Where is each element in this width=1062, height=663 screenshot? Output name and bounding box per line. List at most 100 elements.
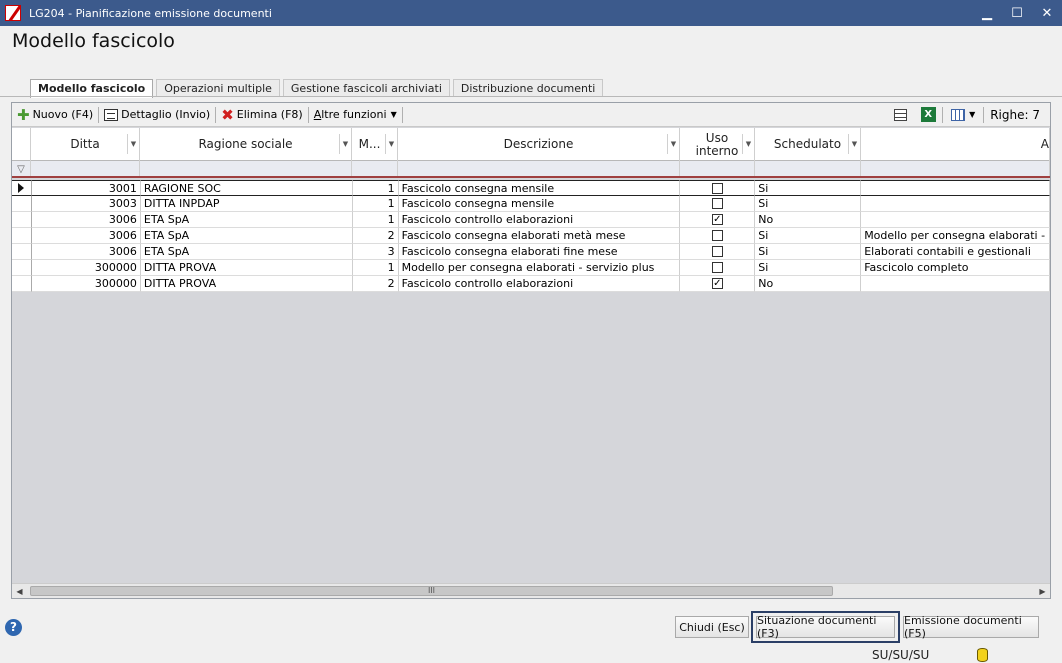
- cell-ragione[interactable]: DITTA INPDAP: [140, 196, 353, 212]
- cell-ragione[interactable]: ETA SpA: [140, 228, 353, 244]
- scroll-right-icon[interactable]: ▶: [1035, 584, 1050, 598]
- minimize-icon[interactable]: ▁: [972, 0, 1002, 26]
- cell-uso-interno[interactable]: [680, 228, 756, 244]
- table-row[interactable]: 3006 ETA SpA 2 Fascicolo consegna elabor…: [12, 228, 1050, 244]
- filter-schedulato[interactable]: [755, 161, 861, 176]
- horizontal-scrollbar[interactable]: ◀ III ▶: [12, 583, 1050, 598]
- header-descrizione[interactable]: Descrizione ▼: [398, 128, 680, 161]
- cell-ditta[interactable]: 3006: [31, 244, 141, 260]
- table-row[interactable]: 3006 ETA SpA 3 Fascicolo consegna elabor…: [12, 244, 1050, 260]
- cell-descrizione[interactable]: Fascicolo controllo elaborazioni: [398, 276, 681, 292]
- header-uso-interno[interactable]: Uso interno ▼: [680, 128, 755, 161]
- emissione-documenti-button[interactable]: Emissione documenti (F5): [903, 614, 1039, 640]
- uso-interno-checkbox[interactable]: ✓: [711, 214, 723, 225]
- cell-m[interactable]: 1: [352, 212, 399, 228]
- row-selector[interactable]: [12, 228, 32, 244]
- cell-ditta[interactable]: 300000: [31, 276, 141, 292]
- cell-m[interactable]: 3: [352, 244, 399, 260]
- cell-uso-interno[interactable]: [680, 180, 756, 196]
- cell-ditta[interactable]: 3001: [31, 180, 141, 196]
- column-filter-icon[interactable]: ▼: [339, 134, 351, 154]
- tab-distribuzione-documenti[interactable]: Distribuzione documenti: [452, 79, 604, 97]
- cell-schedulato[interactable]: Si: [755, 180, 862, 196]
- row-selector[interactable]: [12, 276, 32, 292]
- help-icon[interactable]: ?: [5, 619, 22, 636]
- cell-descrizione[interactable]: Modello per consegna elaborati - servizi…: [398, 260, 681, 276]
- cell-ragione[interactable]: RAGIONE SOC: [140, 180, 353, 196]
- column-filter-icon[interactable]: ▼: [667, 134, 679, 154]
- filter-ragione[interactable]: [140, 161, 352, 176]
- export-excel-button[interactable]: X: [918, 106, 938, 124]
- table-row[interactable]: 3006 ETA SpA 1 Fascicolo controllo elabo…: [12, 212, 1050, 228]
- header-schedulato[interactable]: Schedulato ▼: [755, 128, 861, 161]
- table-row[interactable]: 300000 DITTA PROVA 1 Modello per consegn…: [12, 260, 1050, 276]
- cell-m[interactable]: 2: [352, 228, 399, 244]
- cell-note[interactable]: [861, 276, 1050, 292]
- uso-interno-checkbox[interactable]: [711, 182, 723, 194]
- cell-descrizione[interactable]: Fascicolo consegna elaborati fine mese: [398, 244, 681, 260]
- uso-interno-checkbox[interactable]: [711, 198, 723, 209]
- column-filter-icon[interactable]: ▼: [742, 134, 754, 154]
- cell-note[interactable]: Elaborati contabili e gestionali: [861, 244, 1050, 260]
- tab-gestione-fascicoli-archiviati[interactable]: Gestione fascicoli archiviati: [282, 79, 450, 97]
- header-ditta[interactable]: Ditta ▼: [31, 128, 140, 161]
- altre-funzioni-dropdown[interactable]: Altre funzioni ▼: [309, 104, 402, 126]
- uso-interno-checkbox[interactable]: ✓: [711, 278, 723, 289]
- cell-descrizione[interactable]: Fascicolo consegna mensile: [398, 180, 681, 196]
- elimina-button[interactable]: ✖ Elimina (F8): [216, 104, 308, 126]
- scroll-left-icon[interactable]: ◀: [12, 584, 27, 598]
- tab-operazioni-multiple[interactable]: Operazioni multiple: [156, 79, 280, 97]
- filter-descrizione[interactable]: [398, 161, 680, 176]
- cell-m[interactable]: 1: [352, 260, 399, 276]
- header-m[interactable]: M... ▼: [352, 128, 398, 161]
- situazione-documenti-button[interactable]: Situazione documenti (F3): [751, 611, 900, 643]
- table-row[interactable]: 3003 DITTA INPDAP 1 Fascicolo consegna m…: [12, 196, 1050, 212]
- cell-ditta[interactable]: 300000: [31, 260, 141, 276]
- row-selector[interactable]: [12, 212, 32, 228]
- cell-note[interactable]: Fascicolo completo: [861, 260, 1050, 276]
- row-selector[interactable]: [12, 260, 32, 276]
- cell-ragione[interactable]: ETA SpA: [140, 244, 353, 260]
- cell-ragione[interactable]: ETA SpA: [140, 212, 353, 228]
- column-filter-icon[interactable]: ▼: [385, 134, 397, 154]
- cell-ditta[interactable]: 3006: [31, 228, 141, 244]
- filter-note[interactable]: [861, 161, 1050, 176]
- cell-descrizione[interactable]: Fascicolo consegna elaborati metà mese: [398, 228, 681, 244]
- uso-interno-checkbox[interactable]: [711, 246, 723, 257]
- cell-ditta[interactable]: 3003: [31, 196, 141, 212]
- cell-ditta[interactable]: 3006: [31, 212, 141, 228]
- uso-interno-checkbox[interactable]: [711, 230, 723, 241]
- cell-ragione[interactable]: DITTA PROVA: [140, 260, 353, 276]
- filter-uso[interactable]: [680, 161, 755, 176]
- cell-schedulato[interactable]: No: [755, 212, 862, 228]
- cell-descrizione[interactable]: Fascicolo consegna mensile: [398, 196, 681, 212]
- cell-uso-interno[interactable]: ✓: [680, 212, 756, 228]
- nuovo-button[interactable]: ✚ Nuovo (F4): [12, 104, 98, 126]
- cell-schedulato[interactable]: Si: [755, 244, 862, 260]
- cell-uso-interno[interactable]: ✓: [680, 276, 756, 292]
- cell-uso-interno[interactable]: [680, 244, 756, 260]
- cell-schedulato[interactable]: Si: [755, 196, 862, 212]
- row-selector[interactable]: [12, 244, 32, 260]
- cell-note[interactable]: [861, 196, 1050, 212]
- cell-m[interactable]: 1: [352, 196, 399, 212]
- row-selector[interactable]: [12, 180, 32, 196]
- cell-descrizione[interactable]: Fascicolo controllo elaborazioni: [398, 212, 681, 228]
- chiudi-button[interactable]: Chiudi (Esc): [675, 616, 749, 638]
- cell-uso-interno[interactable]: [680, 196, 756, 212]
- cell-schedulato[interactable]: No: [755, 276, 862, 292]
- cell-note[interactable]: Modello per consegna elaborati -: [861, 228, 1050, 244]
- cell-note[interactable]: [861, 212, 1050, 228]
- cell-m[interactable]: 1: [352, 180, 399, 196]
- uso-interno-checkbox[interactable]: [711, 262, 723, 273]
- scrollbar-thumb[interactable]: III: [30, 586, 833, 596]
- maximize-icon[interactable]: ☐: [1002, 0, 1032, 26]
- column-config-dropdown[interactable]: ▼: [947, 106, 979, 124]
- column-filter-icon[interactable]: ▼: [127, 134, 139, 154]
- close-icon[interactable]: ✕: [1032, 0, 1062, 26]
- filter-m[interactable]: [352, 161, 398, 176]
- cell-uso-interno[interactable]: [680, 260, 756, 276]
- header-ragione-sociale[interactable]: Ragione sociale ▼: [140, 128, 352, 161]
- dettaglio-button[interactable]: Dettaglio (Invio): [99, 104, 215, 126]
- row-selector[interactable]: [12, 196, 32, 212]
